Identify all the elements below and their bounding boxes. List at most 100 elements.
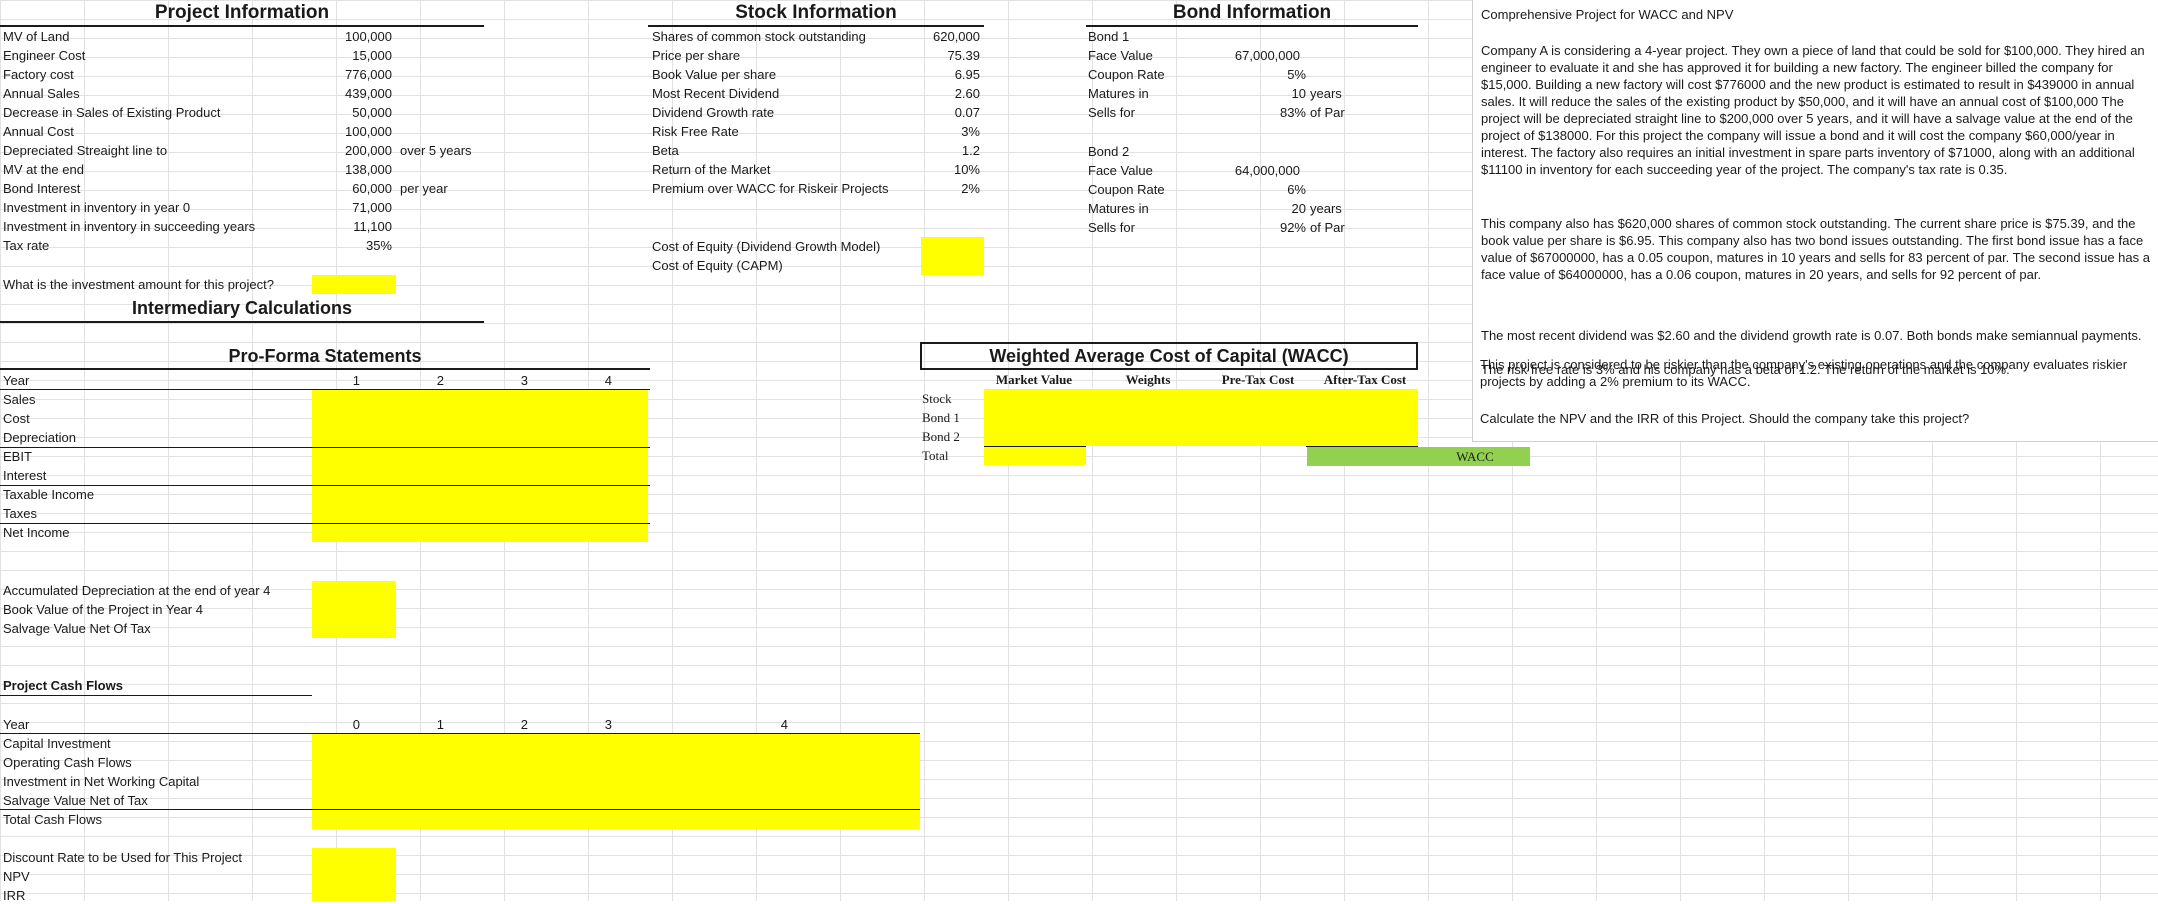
stock-label: Book Value per share — [652, 67, 777, 82]
bond-coupon-value[interactable]: 5% — [1200, 66, 1306, 83]
final-label: NPV — [3, 869, 30, 884]
wacc-header: Market Value — [995, 372, 1073, 387]
project-value[interactable]: 15,000 — [310, 47, 392, 64]
proforma-row-label: EBIT — [3, 449, 32, 464]
project-label: Investment in inventory in year 0 — [3, 200, 191, 215]
proforma-row-label: Taxes — [3, 506, 37, 521]
bond-name: Bond 1 — [1088, 29, 1130, 44]
bond-mature-value[interactable]: 20 — [1200, 200, 1306, 217]
project-label: Tax rate — [3, 238, 50, 253]
stock-value[interactable]: 10% — [900, 161, 980, 178]
bond-sells-label: Sells for — [1088, 220, 1135, 235]
stock-value[interactable]: 2% — [900, 180, 980, 197]
bond-title-underline — [1086, 25, 1418, 27]
wacc-input-cells[interactable] — [984, 389, 1418, 446]
cashflows-input-cells[interactable] — [312, 734, 920, 829]
project-title-underline — [0, 25, 484, 27]
cashflows-total-rule — [0, 809, 920, 810]
cashflows-title: Project Cash Flows — [3, 678, 123, 693]
stock-value[interactable]: 620,000 — [900, 28, 980, 45]
proforma-year: 4 — [604, 373, 612, 388]
cashflows-year: 2 — [520, 717, 528, 732]
final-label: IRR — [3, 888, 26, 903]
stock-value[interactable]: 3% — [900, 123, 980, 140]
depr-input-cells[interactable] — [312, 581, 396, 638]
depr-label: Salvage Value Net Of Tax — [3, 621, 151, 636]
cashflow-row-label: Salvage Value Net of Tax — [3, 793, 148, 808]
wacc-row-label: Bond 1 — [922, 410, 960, 425]
project-label: MV at the end — [3, 162, 84, 177]
stock-value[interactable]: 6.95 — [900, 66, 980, 83]
proforma-taxable-rule — [0, 485, 650, 486]
proforma-row-label: Sales — [3, 392, 36, 407]
stock-value[interactable]: 75.39 — [900, 47, 980, 64]
cashflows-year-label: Year — [3, 717, 30, 732]
bond-mature-label: Matures in — [1088, 86, 1149, 101]
cashflows-year: 4 — [780, 717, 788, 732]
proforma-year: 3 — [520, 373, 528, 388]
wacc-header: After-Tax Cost — [1323, 372, 1407, 387]
wacc-total-cell[interactable] — [984, 446, 1086, 465]
note-title: Comprehensive Project for WACC and NPV — [1481, 7, 1734, 22]
wacc-row-label: Total — [922, 448, 949, 463]
stock-label: Risk Free Rate — [652, 124, 739, 139]
project-value[interactable]: 100,000 — [310, 123, 392, 140]
project-value[interactable]: 60,000 — [310, 180, 392, 197]
project-value[interactable]: 11,100 — [310, 218, 392, 235]
investment-amount-cell[interactable] — [312, 275, 396, 294]
bond-face-label: Face Value — [1088, 163, 1153, 178]
coe-input-cells[interactable] — [921, 237, 984, 275]
stock-value[interactable]: 2.60 — [900, 85, 980, 102]
stock-label: Premium over WACC for Riskeir Projects — [652, 181, 889, 196]
bond-sells-value[interactable]: 83% — [1200, 104, 1306, 121]
cashflow-row-label: Investment in Net Working Capital — [3, 774, 200, 789]
cashflows-year: 0 — [352, 717, 360, 732]
bond-sells-unit: of Par — [1310, 105, 1345, 120]
stock-value[interactable]: 0.07 — [900, 104, 980, 121]
wacc-total-rule — [984, 446, 1086, 447]
proforma-row-label: Cost — [3, 411, 30, 426]
bond-sells-label: Sells for — [1088, 105, 1135, 120]
bond-name: Bond 2 — [1088, 144, 1130, 159]
coe-capm-label: Cost of Equity (CAPM) — [652, 258, 783, 273]
cashflow-row-label: Total Cash Flows — [3, 812, 102, 827]
project-value[interactable]: 71,000 — [310, 199, 392, 216]
bond-mature-value[interactable]: 10 — [1200, 85, 1306, 102]
project-label: Annual Cost — [3, 124, 74, 139]
project-value[interactable]: 200,000 — [310, 142, 392, 159]
project-label: Factory cost — [3, 67, 74, 82]
proforma-input-cells[interactable] — [312, 390, 648, 542]
project-value[interactable]: 776,000 — [310, 66, 392, 83]
proforma-row-label: Net Income — [3, 525, 70, 540]
wacc-header: Pre-Tax Cost — [1221, 372, 1295, 387]
stock-value[interactable]: 1.2 — [900, 142, 980, 159]
project-value[interactable]: 439,000 — [310, 85, 392, 102]
note-paragraph-5: This project is considered to be riskier… — [1480, 357, 2128, 389]
cashflows-year: 1 — [436, 717, 444, 732]
bond-mature-unit: years — [1310, 201, 1342, 216]
stock-label: Shares of common stock outstanding — [652, 29, 866, 44]
project-value[interactable]: 35% — [310, 237, 392, 254]
project-label: Investment in inventory in succeeding ye… — [3, 219, 256, 234]
bond-face-value[interactable]: 64,000,000 — [1200, 162, 1300, 179]
wacc-row-label: Bond 2 — [922, 429, 960, 444]
note-paragraph-3: The most recent dividend was $2.60 and t… — [1481, 328, 2142, 343]
project-value[interactable]: 50,000 — [310, 104, 392, 121]
bond-coupon-value[interactable]: 6% — [1200, 181, 1306, 198]
project-unit: per year — [400, 181, 448, 196]
project-label: Depreciated Streaight line to — [3, 143, 168, 158]
project-value[interactable]: 138,000 — [310, 161, 392, 178]
final-input-cells[interactable] — [312, 848, 396, 901]
note-paragraph-6: Calculate the NPV and the IRR of this Pr… — [1480, 411, 1970, 426]
investment-question: What is the investment amount for this p… — [3, 277, 274, 292]
proforma-underline — [0, 368, 650, 370]
bond-sells-value[interactable]: 92% — [1200, 219, 1306, 236]
cashflows-year: 3 — [604, 717, 612, 732]
project-label: MV of Land — [3, 29, 70, 44]
wacc-title: Weighted Average Cost of Capital (WACC) — [989, 346, 1349, 366]
stock-label: Return of the Market — [652, 162, 771, 177]
bond-face-value[interactable]: 67,000,000 — [1200, 47, 1300, 64]
note-paragraph-2: This company also has $620,000 shares of… — [1481, 216, 2150, 282]
project-value[interactable]: 100,000 — [310, 28, 392, 45]
cashflow-row-label: Operating Cash Flows — [3, 755, 132, 770]
